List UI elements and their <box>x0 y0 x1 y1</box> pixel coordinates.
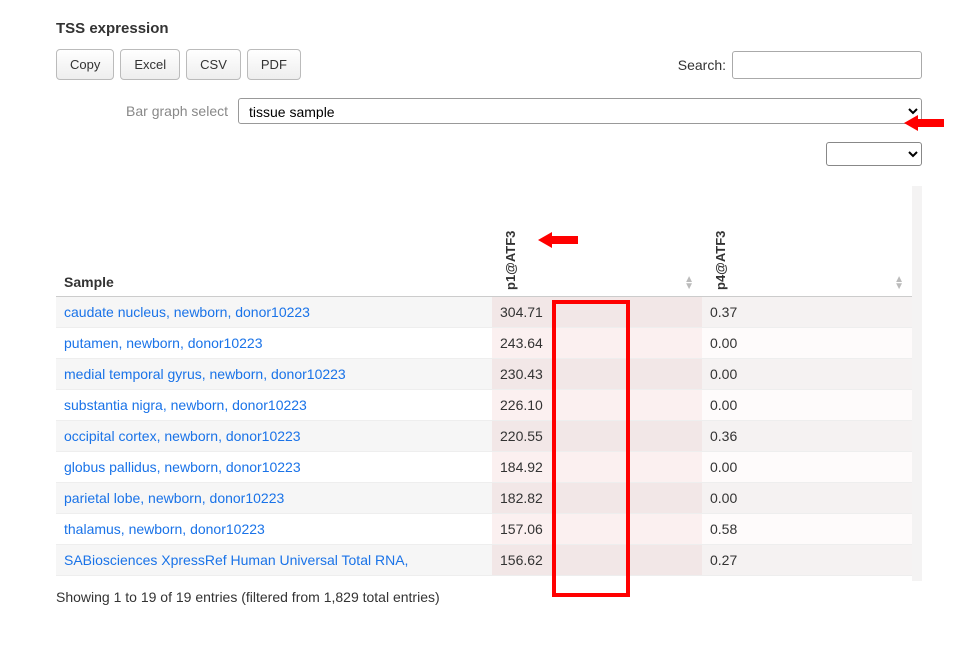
value-cell: 0.00 <box>702 358 912 389</box>
value-cell: 0.00 <box>702 389 912 420</box>
table-row: caudate nucleus, newborn, donor10223 304… <box>56 296 912 327</box>
sample-link[interactable]: thalamus, newborn, donor10223 <box>64 521 265 537</box>
value-cell: 0.00 <box>702 451 912 482</box>
value-cell: 0.37 <box>702 296 912 327</box>
column-header-p1[interactable]: p1@ATF3 ▲▼ <box>492 186 702 296</box>
column-header-sample-label: Sample <box>64 274 114 290</box>
export-button-group: Copy Excel CSV PDF <box>56 49 301 80</box>
page-title: TSS expression <box>56 20 922 37</box>
table-row: occipital cortex, newborn, donor10223 22… <box>56 420 912 451</box>
sample-link[interactable]: substantia nigra, newborn, donor10223 <box>64 397 307 413</box>
sort-icon: ▲▼ <box>894 276 904 290</box>
table-row: medial temporal gyrus, newborn, donor102… <box>56 358 912 389</box>
table-row: putamen, newborn, donor10223 243.64 0.00 <box>56 327 912 358</box>
value-cell: 156.62 <box>492 544 702 575</box>
value-cell: 226.10 <box>492 389 702 420</box>
bargraph-select[interactable]: tissue sample <box>238 98 922 124</box>
sample-link[interactable]: globus pallidus, newborn, donor10223 <box>64 459 301 475</box>
value-cell: 220.55 <box>492 420 702 451</box>
column-header-sample[interactable]: Sample <box>56 186 492 296</box>
table-body: caudate nucleus, newborn, donor10223 304… <box>56 296 912 575</box>
value-cell: 243.64 <box>492 327 702 358</box>
excel-button[interactable]: Excel <box>120 49 180 80</box>
table-row: globus pallidus, newborn, donor10223 184… <box>56 451 912 482</box>
value-cell: 0.00 <box>702 482 912 513</box>
sample-link[interactable]: putamen, newborn, donor10223 <box>64 335 262 351</box>
bargraph-select-row: Bar graph select tissue sample <box>56 98 922 124</box>
expression-table: Sample p1@ATF3 ▲▼ p4@ATF3 ▲▼ <box>56 186 912 576</box>
search-area: Search: <box>678 51 922 79</box>
column-header-p4-label: p4@ATF3 <box>713 230 728 289</box>
column-header-p1-label: p1@ATF3 <box>503 230 518 289</box>
sample-link[interactable]: occipital cortex, newborn, donor10223 <box>64 428 301 444</box>
toolbar: Copy Excel CSV PDF Search: <box>56 49 922 80</box>
pdf-button[interactable]: PDF <box>247 49 301 80</box>
copy-button[interactable]: Copy <box>56 49 114 80</box>
value-cell: 0.27 <box>702 544 912 575</box>
csv-button[interactable]: CSV <box>186 49 241 80</box>
sample-link[interactable]: parietal lobe, newborn, donor10223 <box>64 490 284 506</box>
value-cell: 0.00 <box>702 327 912 358</box>
table-scroll-area[interactable]: Sample p1@ATF3 ▲▼ p4@ATF3 ▲▼ <box>56 186 922 581</box>
table-row: thalamus, newborn, donor10223 157.06 0.5… <box>56 513 912 544</box>
secondary-select[interactable] <box>826 142 922 166</box>
value-cell: 230.43 <box>492 358 702 389</box>
value-cell: 157.06 <box>492 513 702 544</box>
search-label: Search: <box>678 57 726 73</box>
sample-link[interactable]: medial temporal gyrus, newborn, donor102… <box>64 366 346 382</box>
bargraph-select-label: Bar graph select <box>56 103 238 119</box>
sample-link[interactable]: SABiosciences XpressRef Human Universal … <box>64 552 408 568</box>
secondary-select-row <box>56 142 922 166</box>
column-header-p4[interactable]: p4@ATF3 ▲▼ <box>702 186 912 296</box>
value-cell: 0.36 <box>702 420 912 451</box>
value-cell: 0.58 <box>702 513 912 544</box>
annotation-arrow-icon <box>904 113 944 133</box>
table-row: substantia nigra, newborn, donor10223 22… <box>56 389 912 420</box>
table-row: SABiosciences XpressRef Human Universal … <box>56 544 912 575</box>
table-footer-status: Showing 1 to 19 of 19 entries (filtered … <box>56 589 922 605</box>
search-input[interactable] <box>732 51 922 79</box>
sort-icon: ▲▼ <box>684 276 694 290</box>
value-cell: 304.71 <box>492 296 702 327</box>
annotation-arrow-icon <box>538 230 578 250</box>
sample-link[interactable]: caudate nucleus, newborn, donor10223 <box>64 304 310 320</box>
table-row: parietal lobe, newborn, donor10223 182.8… <box>56 482 912 513</box>
value-cell: 184.92 <box>492 451 702 482</box>
value-cell: 182.82 <box>492 482 702 513</box>
